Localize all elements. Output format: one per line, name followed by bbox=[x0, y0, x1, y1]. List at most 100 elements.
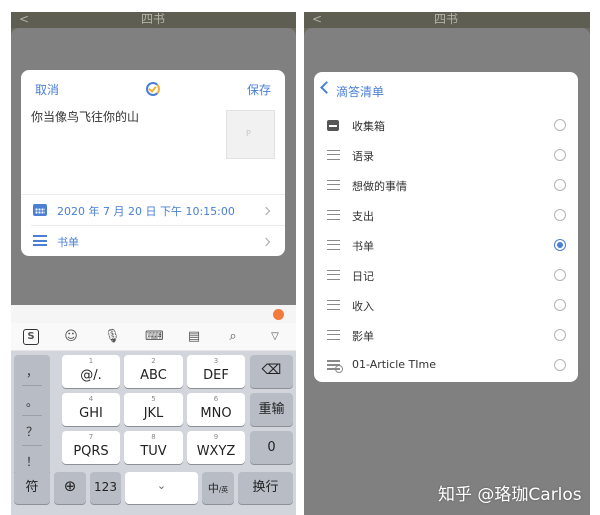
backspace-button[interactable]: ⌫ bbox=[250, 355, 293, 388]
key-sublabel: /英 bbox=[218, 486, 229, 494]
numbers-key[interactable]: 123 bbox=[90, 472, 121, 504]
list-icon bbox=[327, 180, 340, 190]
key-number: 2 bbox=[151, 357, 156, 365]
radio-button[interactable] bbox=[554, 149, 566, 161]
save-button[interactable]: 保存 bbox=[247, 81, 271, 98]
cancel-button[interactable]: 取消 bbox=[35, 81, 59, 98]
backspace-icon: ⌫ bbox=[261, 362, 282, 378]
globe-icon: ⊕ bbox=[63, 477, 77, 495]
radio-button[interactable] bbox=[554, 299, 566, 311]
key[interactable]: 4 GHI bbox=[62, 393, 120, 426]
chevron-left-icon[interactable] bbox=[320, 81, 333, 94]
symbol-key[interactable]: ， bbox=[14, 363, 50, 380]
image-thumbnail[interactable]: P bbox=[226, 110, 275, 159]
keyboard-toolbar: S ☺ 🎙︎ ⌨︎ ▤ ⌕ ▽ bbox=[11, 323, 296, 351]
radio-button-selected[interactable] bbox=[554, 239, 566, 251]
back-icon[interactable]: < bbox=[312, 12, 322, 26]
emoji-icon[interactable]: ☺ bbox=[63, 329, 79, 345]
mic-icon[interactable]: 🎙︎ bbox=[104, 329, 121, 345]
list-item-label: 想做的事情 bbox=[352, 180, 407, 193]
space-key[interactable]: ⌄ bbox=[125, 472, 198, 504]
symbol-column: ， 。 ？ ！ bbox=[14, 355, 50, 475]
key-number: 5 bbox=[151, 395, 156, 403]
key-number: 8 bbox=[151, 433, 156, 441]
keyboard-icon[interactable]: ⌨︎ bbox=[145, 329, 164, 345]
list-item[interactable]: 日记 bbox=[314, 260, 578, 290]
list-item[interactable]: 书单 bbox=[314, 230, 578, 260]
radio-button[interactable] bbox=[554, 179, 566, 191]
list-item[interactable]: 支出 bbox=[314, 200, 578, 230]
enter-key[interactable]: 换行 bbox=[238, 472, 293, 504]
keyboard-body: ， 。 ？ ！ 1 @/. 2 ABC 3 DEF ⌫ 4 GHI 5 JKL … bbox=[11, 351, 296, 515]
key-label: TUV bbox=[140, 444, 167, 459]
sogou-icon[interactable]: S bbox=[23, 329, 39, 345]
ticktick-logo-icon bbox=[146, 82, 160, 96]
search-icon[interactable]: ⌕ bbox=[225, 329, 241, 345]
list-icon bbox=[327, 300, 340, 310]
right-top-bar: < 四书 bbox=[304, 12, 590, 28]
key-label: 0 bbox=[267, 440, 276, 455]
list-icon bbox=[327, 270, 340, 280]
divider bbox=[22, 445, 42, 446]
divider bbox=[22, 385, 42, 386]
key-label: 换行 bbox=[252, 480, 279, 495]
radio-button[interactable] bbox=[554, 209, 566, 221]
zero-key[interactable]: 0 bbox=[250, 431, 293, 464]
key-number: 4 bbox=[88, 395, 94, 403]
clipboard-icon[interactable]: ▤ bbox=[186, 329, 202, 345]
key[interactable]: 8 TUV bbox=[124, 431, 183, 464]
list-item-label: 收入 bbox=[352, 300, 374, 313]
list-item-label: 支出 bbox=[352, 210, 374, 223]
page-title: 四书 bbox=[141, 12, 166, 26]
language-key[interactable]: 中/英 bbox=[202, 472, 234, 504]
task-content-input[interactable]: 你当像鸟飞往你的山 bbox=[31, 108, 139, 125]
key[interactable]: 2 ABC bbox=[124, 355, 183, 388]
key-label: WXYZ bbox=[196, 444, 236, 459]
right-phone-screen: < 四书 滴答清单 收集箱 语录 想做的事情 支出 书单 日记 收入 影单 01… bbox=[304, 12, 590, 515]
keyboard-top-strip bbox=[11, 305, 296, 323]
divider bbox=[22, 415, 42, 416]
globe-key[interactable]: ⊕ bbox=[54, 472, 86, 504]
key[interactable]: 6 MNO bbox=[187, 393, 245, 426]
list-icon bbox=[327, 210, 340, 220]
radio-button[interactable] bbox=[554, 119, 566, 131]
task-editor-card: 取消 保存 你当像鸟飞往你的山 P 2020 年 7 月 20 日 下午 10:… bbox=[21, 70, 285, 256]
radio-button[interactable] bbox=[554, 329, 566, 341]
key[interactable]: 9 WXYZ bbox=[187, 431, 245, 464]
radio-button[interactable] bbox=[554, 269, 566, 281]
symbol-key[interactable]: 。 bbox=[14, 393, 50, 410]
list-item[interactable]: 影单 bbox=[314, 320, 578, 350]
symbol-key[interactable]: ！ bbox=[14, 453, 50, 470]
key[interactable]: 5 JKL bbox=[124, 393, 183, 426]
radio-button[interactable] bbox=[554, 359, 566, 371]
list-item-label: 日记 bbox=[352, 270, 374, 283]
key[interactable]: 7 PQRS bbox=[62, 431, 120, 464]
key-label: PQRS bbox=[73, 444, 109, 459]
list-item[interactable]: 收集箱 bbox=[314, 110, 578, 140]
collapse-icon[interactable]: ▽ bbox=[267, 329, 283, 345]
list-select-field[interactable]: 书单 bbox=[57, 234, 79, 250]
key[interactable]: 1 @/. bbox=[62, 355, 120, 388]
symbols-key[interactable]: 符 bbox=[14, 472, 50, 504]
due-date-field[interactable]: 2020 年 7 月 20 日 下午 10:15:00 bbox=[57, 203, 235, 219]
reenter-button[interactable]: 重输 bbox=[250, 393, 293, 426]
key-number: 3 bbox=[213, 357, 219, 365]
mic-icon: ⌄ bbox=[156, 479, 167, 492]
list-item[interactable]: 收入 bbox=[314, 290, 578, 320]
filter-list-icon bbox=[327, 360, 343, 373]
list-item[interactable]: 想做的事情 bbox=[314, 170, 578, 200]
skin-icon[interactable] bbox=[273, 309, 284, 320]
list-item-label: 01-Article TIme bbox=[352, 358, 436, 371]
key-label: @/. bbox=[80, 368, 102, 383]
list-picker-title[interactable]: 滴答清单 bbox=[336, 83, 384, 100]
list-picker-card: 滴答清单 收集箱 语录 想做的事情 支出 书单 日记 收入 影单 01-Arti… bbox=[314, 72, 578, 382]
list-icon bbox=[327, 150, 340, 160]
key-label: GHI bbox=[79, 406, 103, 421]
back-icon[interactable]: < bbox=[19, 12, 31, 26]
list-item[interactable]: 01-Article TIme bbox=[314, 350, 578, 380]
symbol-key[interactable]: ？ bbox=[14, 423, 50, 440]
list-item[interactable]: 语录 bbox=[314, 140, 578, 170]
key-number: 7 bbox=[88, 433, 94, 441]
key[interactable]: 3 DEF bbox=[187, 355, 245, 388]
key-label: 符 bbox=[25, 480, 39, 495]
